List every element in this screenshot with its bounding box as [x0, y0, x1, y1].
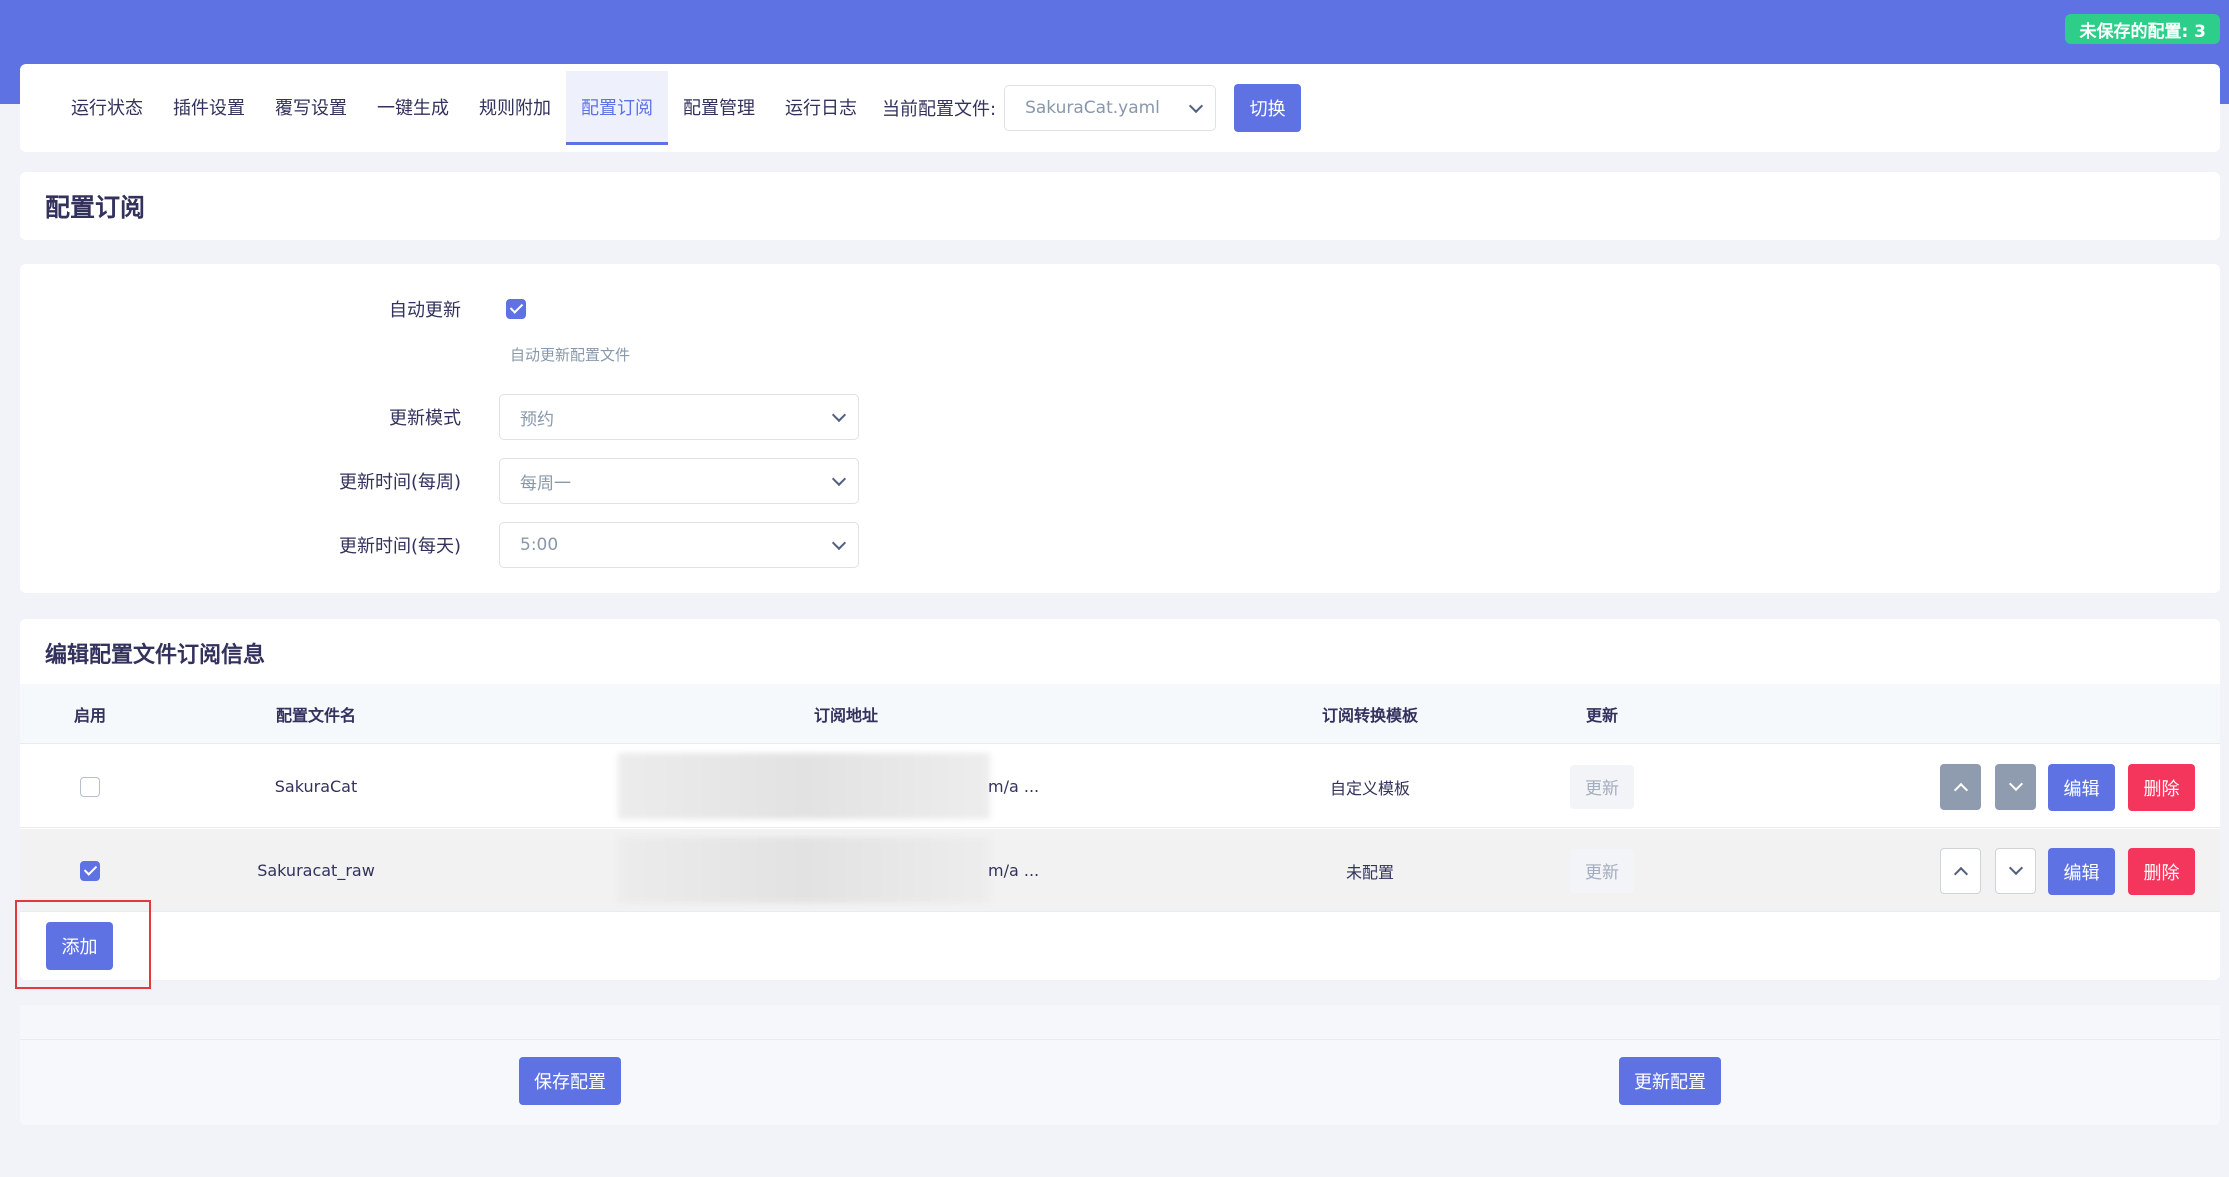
- move-down-button[interactable]: [1995, 764, 2036, 810]
- chevron-down-icon: [2008, 776, 2023, 792]
- tab-override-settings[interactable]: 覆写设置: [260, 71, 362, 145]
- page-title: 配置订阅: [45, 193, 146, 222]
- weekly-time-label: 更新时间(每周): [338, 472, 461, 493]
- column-header-url: 订阅地址: [813, 706, 878, 725]
- tab-config-subscription[interactable]: 配置订阅: [566, 71, 668, 145]
- tab-one-click-generate[interactable]: 一键生成: [362, 71, 464, 145]
- delete-button[interactable]: 删除: [2128, 848, 2195, 895]
- daily-time-select[interactable]: 5:00: [499, 522, 859, 568]
- weekly-time-value: 每周一: [520, 473, 571, 494]
- chevron-up-icon: [1953, 866, 1968, 882]
- subscription-title: 编辑配置文件订阅信息: [45, 643, 266, 668]
- current-config-select[interactable]: SakuraCat.yaml: [1004, 85, 1217, 131]
- auto-update-row: 自动更新: [20, 292, 461, 326]
- update-mode-label: 更新模式: [389, 408, 461, 429]
- column-header-name: 配置文件名: [275, 706, 356, 725]
- row-name: Sakuracat_raw: [257, 861, 375, 880]
- edit-button[interactable]: 编辑: [2048, 848, 2115, 895]
- row-enabled-cell: [60, 745, 120, 828]
- subscription-card: 编辑配置文件订阅信息 启用 配置文件名 订阅地址 订阅转换模板 更新 Sakur…: [20, 619, 2220, 980]
- daily-time-label: 更新时间(每天): [338, 536, 461, 557]
- edit-button[interactable]: 编辑: [2048, 764, 2115, 811]
- chevron-down-icon: [831, 407, 847, 423]
- row-url-blurred: [618, 837, 990, 903]
- chevron-up-icon: [1953, 782, 1968, 798]
- tab-plugin-settings[interactable]: 插件设置: [158, 71, 260, 145]
- auto-update-form: 自动更新 自动更新配置文件 更新模式 预约 更新时间(每周) 每周一 更新时间(…: [20, 264, 2220, 593]
- tab-rule-append[interactable]: 规则附加: [464, 71, 566, 145]
- row-template: 自定义模板: [1329, 778, 1410, 798]
- save-config-button[interactable]: 保存配置: [519, 1057, 621, 1105]
- chevron-down-icon: [2008, 860, 2023, 876]
- row-template: 未配置: [1345, 862, 1394, 882]
- daily-time-value: 5:00: [520, 535, 559, 555]
- row-url-tail: m/a ...: [988, 861, 1040, 880]
- row-enabled-checkbox[interactable]: [80, 860, 100, 881]
- weekly-time-row: 更新时间(每周): [20, 458, 461, 504]
- current-config-label: 当前配置文件:: [882, 99, 997, 120]
- page-title-card: 配置订阅: [20, 172, 2220, 240]
- row-update-button[interactable]: 更新: [1570, 848, 1634, 893]
- row-url-blurred: [618, 753, 990, 819]
- footer-actions: 保存配置 更新配置: [20, 1005, 2220, 1125]
- unsaved-config-badge[interactable]: 未保存的配置: 3: [2065, 14, 2220, 44]
- table-header: 启用 配置文件名 订阅地址 订阅转换模板 更新: [20, 684, 2220, 744]
- row-update-cell: 更新: [1552, 745, 1652, 828]
- nav-bar: 运行状态 插件设置 覆写设置 一键生成 规则附加 配置订阅 配置管理 运行日志 …: [20, 64, 2220, 152]
- column-header-enabled: 启用: [73, 706, 106, 725]
- column-header-update: 更新: [1585, 706, 1618, 725]
- add-button-highlight: [15, 900, 151, 989]
- chevron-down-icon: [831, 535, 847, 551]
- weekly-time-select[interactable]: 每周一: [499, 458, 859, 504]
- column-header-template: 订阅转换模板: [1321, 706, 1418, 725]
- tab-status[interactable]: 运行状态: [56, 71, 158, 145]
- tab-run-log[interactable]: 运行日志: [770, 71, 872, 145]
- daily-time-row: 更新时间(每天): [20, 522, 461, 568]
- row-update-button[interactable]: 更新: [1570, 764, 1634, 809]
- row-enabled-checkbox[interactable]: [80, 776, 100, 797]
- update-mode-value: 预约: [520, 409, 554, 430]
- auto-update-checkbox[interactable]: [506, 298, 526, 319]
- update-mode-select[interactable]: 预约: [499, 394, 859, 440]
- row-name: SakuraCat: [274, 777, 358, 796]
- update-mode-row: 更新模式: [20, 394, 461, 440]
- tab-config-management[interactable]: 配置管理: [668, 71, 770, 145]
- move-up-button[interactable]: [1940, 848, 1981, 894]
- auto-update-label: 自动更新: [389, 300, 461, 321]
- update-config-button[interactable]: 更新配置: [1619, 1057, 1721, 1105]
- chevron-down-icon: [1189, 98, 1204, 114]
- footer-divider: [20, 1005, 2220, 1040]
- table-row: Sakuracat_raw m/a ... 未配置 更新 编辑 删除: [20, 829, 2220, 912]
- row-url-tail: m/a ...: [988, 777, 1040, 796]
- delete-button[interactable]: 删除: [2128, 764, 2195, 811]
- current-config-value: SakuraCat.yaml: [1025, 98, 1160, 118]
- auto-update-checkbox-wrap: [506, 298, 526, 319]
- auto-update-help: 自动更新配置文件: [510, 346, 631, 364]
- row-update-cell: 更新: [1552, 829, 1652, 912]
- move-up-button[interactable]: [1940, 764, 1981, 810]
- table-row: SakuraCat m/a ... 自定义模板 更新 编辑 删除: [20, 745, 2220, 828]
- switch-config-button[interactable]: 切换: [1234, 84, 1302, 132]
- move-down-button[interactable]: [1995, 848, 2036, 894]
- chevron-down-icon: [831, 471, 847, 487]
